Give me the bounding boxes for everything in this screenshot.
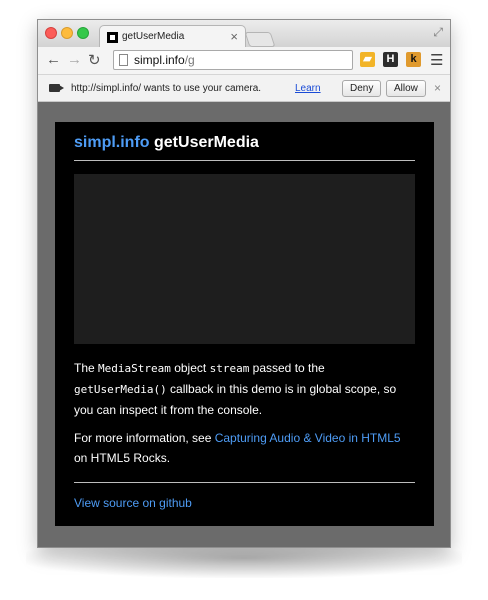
favicon-icon	[107, 32, 118, 43]
video-element	[74, 174, 415, 344]
camera-icon	[49, 84, 64, 92]
page-title: simpl.info getUserMedia	[74, 134, 259, 151]
back-button[interactable]: ←	[46, 51, 61, 68]
footer-divider	[74, 482, 415, 483]
browser-tab[interactable]: getUserMedia ×	[99, 25, 246, 49]
browser-window: getUserMedia × ⤢ ← → ↻ simpl.info/g ▰ H …	[37, 19, 451, 548]
learn-more-link[interactable]: Learn	[295, 83, 321, 94]
browser-toolbar: ← → ↻ simpl.info/g ▰ H k ☰	[38, 47, 450, 75]
tab-close-icon[interactable]: ×	[230, 29, 238, 44]
brand-link[interactable]: simpl.info	[74, 134, 150, 151]
deny-button[interactable]: Deny	[342, 80, 382, 97]
more-info-paragraph: For more information, see Capturing Audi…	[74, 431, 401, 465]
infobar-message: http://simpl.info/ wants to use your cam…	[71, 83, 262, 94]
page-icon	[119, 54, 128, 66]
address-bar[interactable]: simpl.info/g	[113, 50, 353, 70]
view-source-link[interactable]: View source on github	[74, 496, 192, 510]
close-window-button[interactable]	[45, 27, 57, 39]
h-extension-icon[interactable]: H	[383, 52, 398, 67]
minimize-window-button[interactable]	[61, 27, 73, 39]
folder-extension-icon[interactable]: ▰	[360, 52, 375, 67]
tab-title: getUserMedia	[122, 31, 185, 42]
capturing-audio-video-link[interactable]: Capturing Audio & Video in HTML5	[215, 431, 401, 445]
zoom-window-button[interactable]	[77, 27, 89, 39]
title-bar: getUserMedia × ⤢	[38, 20, 450, 49]
address-text: simpl.info/g	[134, 53, 195, 67]
allow-button[interactable]: Allow	[386, 80, 426, 97]
new-tab-button[interactable]	[244, 32, 276, 47]
fullscreen-icon[interactable]: ⤢	[433, 25, 443, 40]
forward-button[interactable]: →	[67, 51, 82, 68]
description-paragraph: The MediaStream object stream passed to …	[74, 361, 397, 417]
menu-icon[interactable]: ☰	[430, 51, 443, 69]
reload-button[interactable]: ↻	[88, 51, 101, 69]
page-content: simpl.info getUserMedia The MediaStream …	[55, 122, 434, 526]
title-divider	[74, 160, 415, 161]
k-extension-icon[interactable]: k	[406, 52, 421, 67]
camera-permission-infobar: http://simpl.info/ wants to use your cam…	[38, 75, 450, 102]
infobar-close-icon[interactable]: ×	[434, 81, 441, 95]
